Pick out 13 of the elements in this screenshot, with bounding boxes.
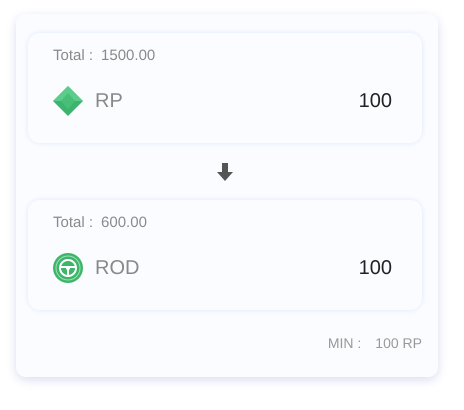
steering-wheel-icon bbox=[53, 253, 83, 283]
currency-name: RP bbox=[95, 90, 123, 112]
minimum-value: 100 RP bbox=[375, 335, 422, 351]
amount-value: 100 bbox=[358, 90, 392, 112]
currency-name: ROD bbox=[95, 256, 140, 280]
amount-value: 100 bbox=[358, 256, 392, 280]
total-value: 600.00 bbox=[101, 214, 147, 231]
total-label: Total : bbox=[53, 47, 94, 64]
down-arrow-icon bbox=[217, 162, 233, 180]
minimum-label: MIN : bbox=[328, 335, 362, 351]
total-value: 1500.00 bbox=[101, 47, 156, 64]
total-label: Total : bbox=[53, 214, 94, 231]
gem-icon bbox=[53, 86, 83, 116]
